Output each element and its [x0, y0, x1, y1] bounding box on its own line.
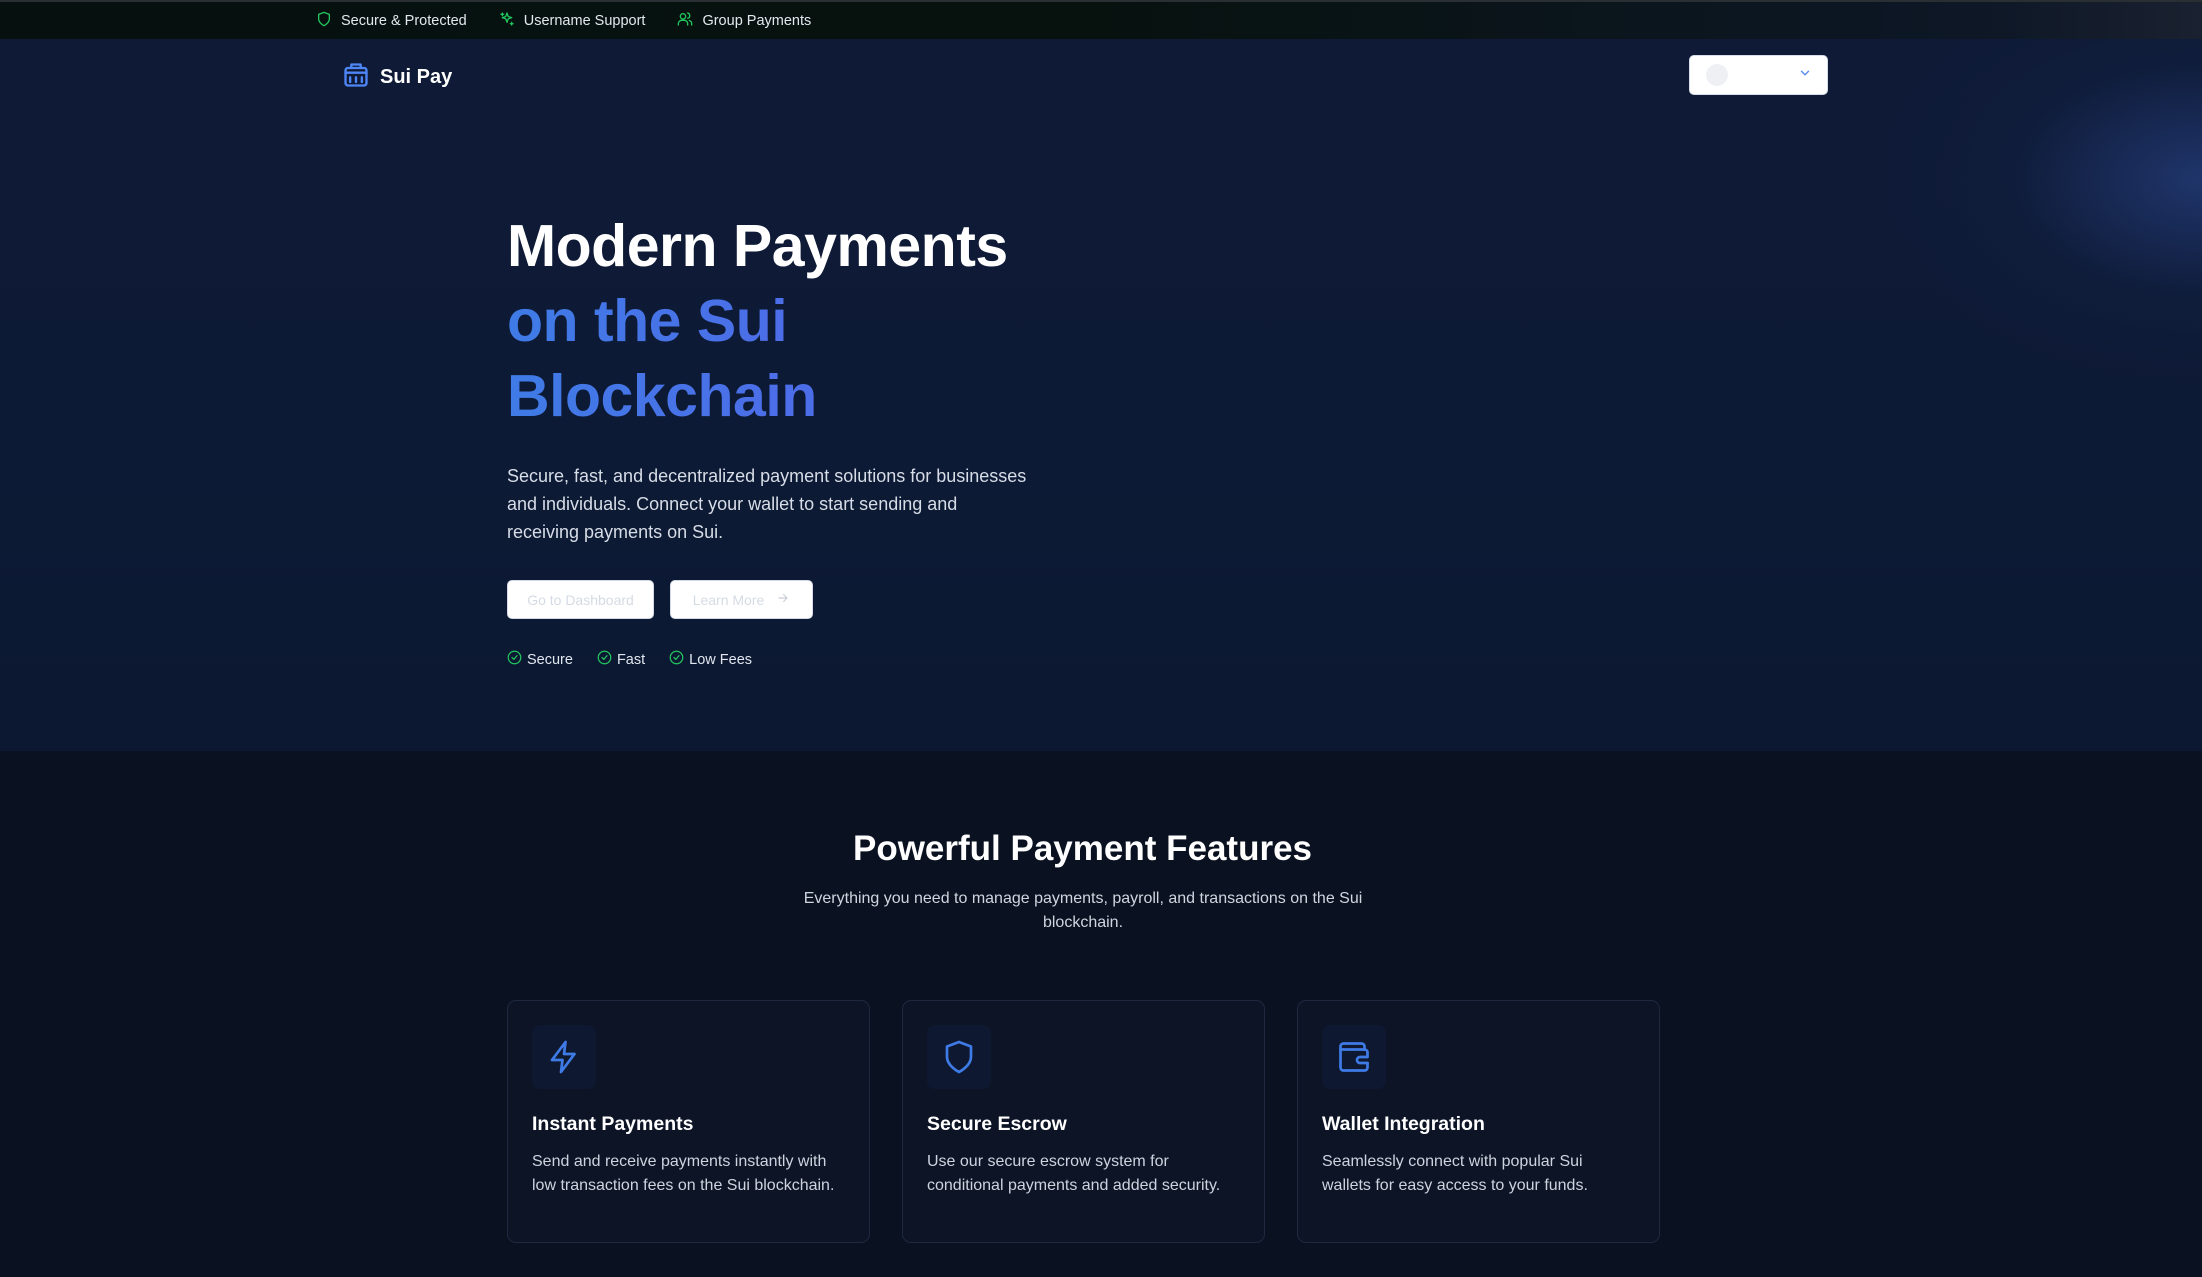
brand-name: Sui Pay [380, 66, 453, 88]
badge-label: Secure [527, 651, 573, 668]
features-subtitle: Everything you need to manage payments, … [803, 890, 1363, 931]
features-section: Powerful Payment Features Everything you… [0, 751, 2202, 1277]
users-icon [677, 11, 693, 31]
wallet-connect-button[interactable] [1689, 55, 1828, 95]
sparkles-icon [499, 11, 515, 31]
learn-more-button[interactable]: Learn More [670, 580, 813, 619]
badge-fast: Fast [597, 650, 645, 669]
wallet-avatar [1706, 64, 1728, 86]
feature-card-description: Seamlessly connect with popular Sui wall… [1322, 1153, 1588, 1194]
feature-card-secure-escrow: Secure Escrow Use our secure escrow syst… [902, 1000, 1265, 1243]
chevron-down-icon [1798, 66, 1812, 85]
button-label: Learn More [692, 591, 765, 608]
topbar-item-label: Secure & Protected [341, 12, 467, 29]
shield-icon [927, 1025, 991, 1089]
topbar-item-username: Username Support [499, 11, 646, 31]
hero-title: Modern Payments on the Sui Blockchain [507, 209, 1127, 434]
button-label: Go to Dashboard [527, 591, 634, 608]
announcement-bar: Secure & Protected Username Support Grou… [0, 0, 2202, 39]
hero-description: Secure, fast, and decentralized payment … [507, 466, 1027, 542]
feature-card-wallet-integration: Wallet Integration Seamlessly connect wi… [1297, 1000, 1660, 1243]
topbar-item-label: Username Support [523, 12, 646, 29]
check-circle-icon [597, 650, 612, 669]
badge-secure: Secure [507, 650, 573, 669]
page: Secure & Protected Username Support Grou… [0, 0, 2202, 1277]
feature-card-description: Use our secure escrow system for conditi… [927, 1153, 1221, 1194]
lightning-icon [532, 1025, 596, 1089]
feature-badges: Secure Fast Low Fees [507, 650, 752, 669]
check-circle-icon [507, 650, 522, 669]
badge-label: Fast [616, 651, 646, 668]
hero-title-line3: Blockchain [507, 359, 1127, 434]
hero-title-line1: Modern Payments [507, 213, 1008, 279]
topbar-item-group: Group Payments [677, 11, 811, 31]
feature-card-description: Send and receive payments instantly with… [532, 1153, 835, 1194]
hero-title-line2: on the Sui [507, 284, 1127, 359]
badge-low-fees: Low Fees [669, 650, 752, 669]
features-title: Powerful Payment Features [852, 829, 1313, 868]
feature-card-title: Instant Payments [532, 1113, 694, 1135]
feature-card-instant-payments: Instant Payments Send and receive paymen… [507, 1000, 870, 1243]
hero-section: Sui Pay Modern Payments on the Sui Block… [0, 39, 2202, 751]
shield-icon [316, 11, 332, 31]
brand-link[interactable]: Sui Pay [342, 61, 452, 94]
topbar-item-secure: Secure & Protected [316, 11, 467, 31]
topbar-item-label: Group Payments [702, 12, 812, 29]
feature-card-title: Secure Escrow [927, 1113, 1067, 1135]
check-circle-icon [669, 650, 684, 669]
arrow-right-icon [776, 591, 790, 608]
building-icon [342, 61, 370, 94]
badge-label: Low Fees [689, 651, 753, 668]
go-to-dashboard-button[interactable]: Go to Dashboard [507, 580, 654, 619]
wallet-icon [1322, 1025, 1386, 1089]
announcement-items: Secure & Protected Username Support Grou… [316, 2, 811, 39]
feature-card-title: Wallet Integration [1322, 1113, 1485, 1135]
